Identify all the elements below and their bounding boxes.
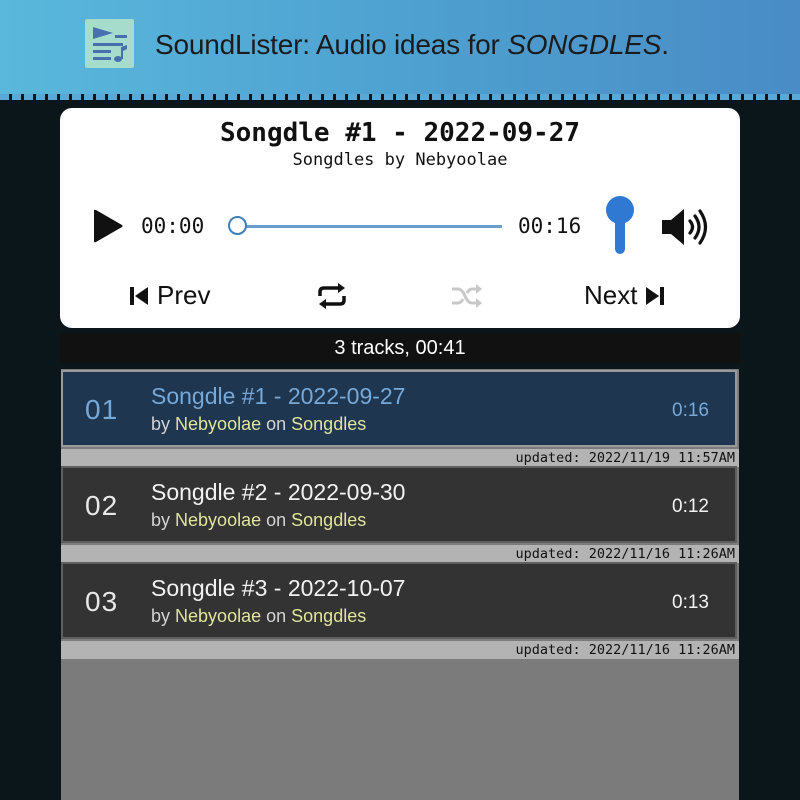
header-divider xyxy=(0,94,800,100)
volume-slider[interactable] xyxy=(606,196,634,256)
prev-button[interactable]: Prev xyxy=(129,280,210,311)
artist-link[interactable]: Nebyoolae xyxy=(175,606,261,626)
now-playing-subtitle: Songdles by Nebyoolae xyxy=(292,150,508,170)
track-number: 02 xyxy=(85,490,119,521)
album-link[interactable]: Songdles xyxy=(291,414,366,434)
track-title: Songdle #3 - 2022-10-07 xyxy=(151,575,406,601)
album-link[interactable]: Songdles xyxy=(291,510,366,530)
track-updated: updated: 2022/11/16 11:26AM xyxy=(61,545,739,563)
track-updated: updated: 2022/11/19 11:57AM xyxy=(61,449,739,467)
play-icon xyxy=(94,209,123,243)
repeat-button[interactable] xyxy=(316,282,348,310)
album-link[interactable]: Songdles xyxy=(291,606,366,626)
artist-link[interactable]: Nebyoolae xyxy=(175,510,261,530)
track-number: 01 xyxy=(85,394,119,425)
track-duration: 0:12 xyxy=(672,496,709,517)
play-button[interactable] xyxy=(92,208,124,244)
volume-icon xyxy=(662,209,708,245)
current-time: 00:00 xyxy=(141,214,205,238)
track-row-3[interactable]: 03 Songdle #3 - 2022-10-07 by Nebyoolae … xyxy=(61,562,737,639)
skip-forward-icon xyxy=(646,286,665,305)
track-row-1[interactable]: 01 Songdle #1 - 2022-09-27 by Nebyoolae … xyxy=(61,370,737,447)
track-row-2[interactable]: 02 Songdle #2 - 2022-09-30 by Nebyoolae … xyxy=(61,466,737,543)
volume-knob[interactable] xyxy=(606,196,634,224)
next-button[interactable]: Next xyxy=(584,280,665,311)
mute-button[interactable] xyxy=(660,207,712,247)
track-meta: by Nebyoolae on Songdles xyxy=(151,414,367,434)
track-duration: 0:16 xyxy=(672,400,709,421)
shuffle-button[interactable] xyxy=(451,283,483,309)
repeat-icon xyxy=(318,283,346,309)
artist-link[interactable]: Nebyoolae xyxy=(175,414,261,434)
track-meta: by Nebyoolae on Songdles xyxy=(151,606,367,626)
skip-back-icon xyxy=(130,286,148,305)
track-title: Songdle #1 - 2022-09-27 xyxy=(151,383,406,409)
track-duration: 0:13 xyxy=(672,592,709,613)
playlist-music-icon xyxy=(85,19,134,68)
track-meta: by Nebyoolae on Songdles xyxy=(151,510,367,530)
track-duration: 00:16 xyxy=(518,214,582,238)
playlist-summary: 3 tracks, 00:41 xyxy=(60,333,740,363)
prev-label: Prev xyxy=(157,280,211,310)
seek-knob[interactable] xyxy=(228,216,247,235)
seek-track xyxy=(238,225,502,228)
app-title: SoundLister: Audio ideas for SONGDLES. xyxy=(155,29,669,60)
next-label: Next xyxy=(584,280,638,310)
now-playing-title: Songdle #1 - 2022-09-27 xyxy=(219,118,581,148)
track-number: 03 xyxy=(85,586,119,617)
track-updated: updated: 2022/11/16 11:26AM xyxy=(61,641,739,659)
seek-slider[interactable] xyxy=(228,214,504,240)
track-title: Songdle #2 - 2022-09-30 xyxy=(151,479,406,505)
shuffle-icon xyxy=(452,284,482,308)
